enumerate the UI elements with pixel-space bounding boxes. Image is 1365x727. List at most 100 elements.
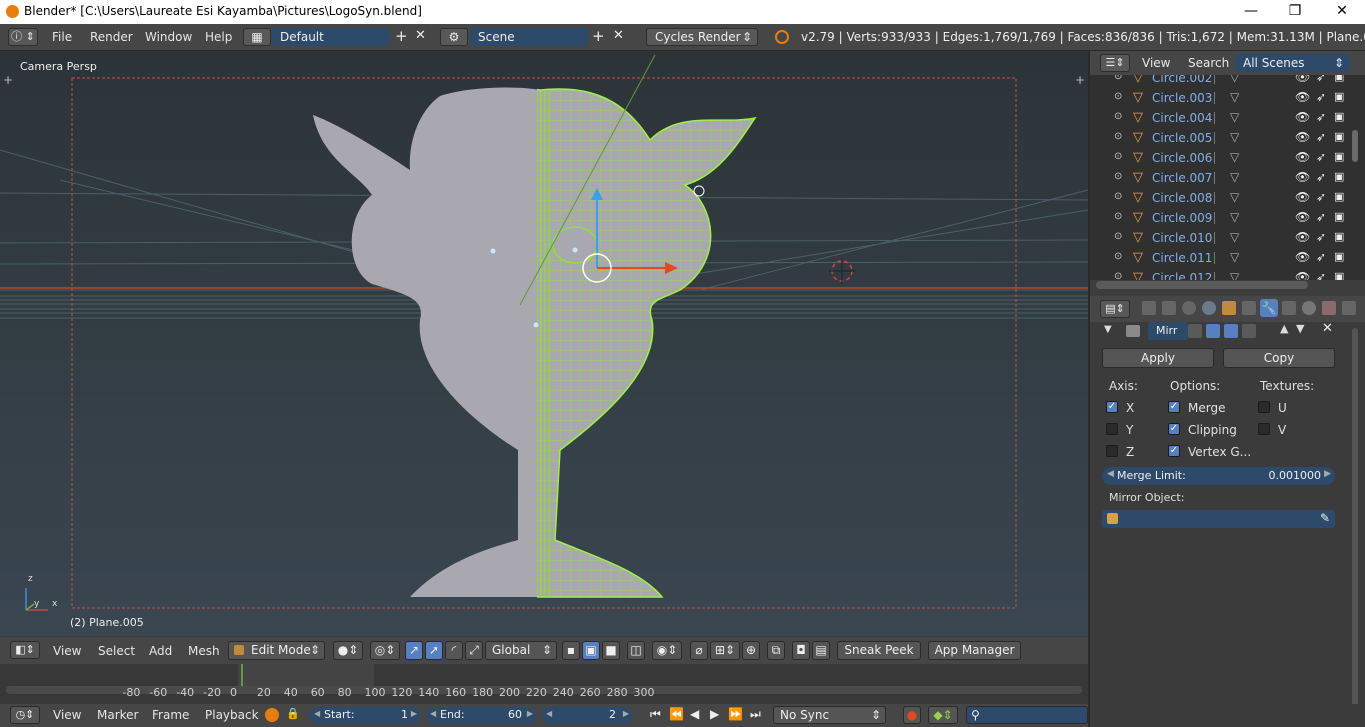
view3d-menu-select[interactable]: Select bbox=[98, 644, 135, 658]
delete-scene-button[interactable]: ✕ bbox=[613, 29, 627, 43]
tab-scene-icon[interactable] bbox=[1182, 301, 1196, 315]
record-keyframes-icon[interactable]: ● bbox=[903, 706, 921, 724]
merge-limit-field[interactable]: ◀ Merge Limit: 0.001000 ▶ bbox=[1102, 467, 1335, 485]
timeline-menu-frame[interactable]: Frame bbox=[152, 708, 189, 722]
renderable-camera-icon[interactable]: ▣ bbox=[1334, 130, 1344, 143]
outliner-editor-icon[interactable]: ☰⇕ bbox=[1100, 54, 1130, 72]
screen-layout-field[interactable]: Default bbox=[272, 28, 390, 46]
renderable-camera-icon[interactable]: ▣ bbox=[1334, 250, 1344, 263]
timeline-menu-playback[interactable]: Playback bbox=[205, 708, 259, 722]
keyframe-tool-icon[interactable]: ⚲ bbox=[966, 706, 1088, 724]
texture-v-checkbox[interactable] bbox=[1258, 423, 1270, 435]
outliner-item[interactable]: ⊙ ▽ Circle.007 ▽ 👁 ➶ ▣ bbox=[1090, 168, 1352, 188]
shading-select[interactable]: ●⇕ bbox=[333, 641, 363, 660]
jump-to-start-icon[interactable]: ⏮ bbox=[650, 707, 661, 722]
snap-toggle-icon[interactable]: ⌀ bbox=[690, 641, 708, 660]
outliner-list[interactable]: ⊙ ▽ Circle.002 ▽ 👁 ➶ ▣ ⊙ ▽ Circle.003 ▽ 👁 ➶ ▣ ⊙ ▽ Circle… bbox=[1090, 75, 1365, 280]
outliner-item[interactable]: ⊙ ▽ Circle.006 ▽ 👁 ➶ ▣ bbox=[1090, 148, 1352, 168]
add-scene-button[interactable]: + bbox=[592, 29, 606, 44]
region-toggle-plus-left[interactable]: + bbox=[3, 73, 13, 87]
3d-viewport[interactable]: Camera Persp (2) Plane.005 z y x + + bbox=[0, 51, 1088, 636]
expand-node-icon[interactable]: ⊙ bbox=[1114, 91, 1122, 102]
jump-keyframe-back-icon[interactable]: ⏪ bbox=[669, 707, 684, 721]
scene-layer-icon[interactable]: ⧉ bbox=[767, 641, 785, 660]
end-frame-field[interactable]: ◀ End: 60 ▶ bbox=[426, 707, 536, 724]
move-up-icon[interactable]: ▲ bbox=[1280, 322, 1288, 335]
selectable-arrow-icon[interactable]: ➶ bbox=[1316, 130, 1326, 144]
tab-material-icon[interactable] bbox=[1302, 301, 1316, 315]
tab-render-icon[interactable] bbox=[1142, 301, 1156, 315]
maximize-button[interactable]: ❐ bbox=[1272, 0, 1318, 24]
renderable-camera-icon[interactable]: ▣ bbox=[1334, 75, 1344, 83]
region-toggle-plus-right[interactable]: + bbox=[1075, 73, 1085, 87]
outliner-item[interactable]: ⊙ ▽ Circle.010 ▽ 👁 ➶ ▣ bbox=[1090, 228, 1352, 248]
opengl-render-icon[interactable]: ◘ bbox=[792, 641, 810, 660]
merge-checkbox[interactable]: ✓ bbox=[1168, 401, 1180, 413]
visibility-eye-icon[interactable]: 👁 bbox=[1295, 270, 1310, 280]
tab-world-icon[interactable] bbox=[1202, 301, 1216, 315]
add-layout-button[interactable]: + bbox=[395, 29, 409, 44]
selectable-arrow-icon[interactable]: ➶ bbox=[1316, 250, 1326, 264]
scene-icon[interactable]: ⚙ bbox=[440, 28, 468, 46]
timeline-menu-view[interactable]: View bbox=[53, 708, 81, 722]
outliner-item[interactable]: ⊙ ▽ Circle.005 ▽ 👁 ➶ ▣ bbox=[1090, 128, 1352, 148]
renderable-camera-icon[interactable]: ▣ bbox=[1334, 270, 1344, 280]
outliner-item[interactable]: ⊙ ▽ Circle.008 ▽ 👁 ➶ ▣ bbox=[1090, 188, 1352, 208]
app-manager-button[interactable]: App Manager bbox=[928, 641, 1021, 660]
renderable-camera-icon[interactable]: ▣ bbox=[1334, 90, 1344, 103]
expand-node-icon[interactable]: ⊙ bbox=[1114, 171, 1122, 182]
visibility-eye-icon[interactable]: 👁 bbox=[1295, 110, 1310, 124]
close-window-button[interactable]: ✕ bbox=[1319, 0, 1365, 24]
renderable-camera-icon[interactable]: ▣ bbox=[1334, 170, 1344, 183]
tab-layers-icon[interactable] bbox=[1162, 301, 1176, 315]
selectable-arrow-icon[interactable]: ➶ bbox=[1316, 270, 1326, 280]
outliner-item[interactable]: ⊙ ▽ Circle.012 ▽ 👁 ➶ ▣ bbox=[1090, 268, 1352, 280]
mirror-object-field[interactable]: ✎ bbox=[1102, 510, 1335, 528]
copy-button[interactable]: Copy bbox=[1223, 348, 1335, 368]
outliner-item[interactable]: ⊙ ▽ Circle.004 ▽ 👁 ➶ ▣ bbox=[1090, 108, 1352, 128]
screen-layout-icon[interactable]: ▦ bbox=[243, 28, 271, 46]
visibility-eye-icon[interactable]: 👁 bbox=[1295, 210, 1310, 224]
outliner-menu-view[interactable]: View bbox=[1142, 56, 1170, 70]
current-frame-field[interactable]: ◀ 2 ▶ bbox=[542, 707, 632, 724]
clipping-checkbox[interactable]: ✓ bbox=[1168, 423, 1180, 435]
timeline-editor-icon[interactable]: ◷⇕ bbox=[10, 706, 40, 724]
editmode-toggle-icon[interactable] bbox=[1224, 324, 1238, 338]
manipulator-scale-icon[interactable]: ⤢ bbox=[465, 641, 483, 660]
expand-node-icon[interactable]: ⊙ bbox=[1114, 111, 1122, 122]
visibility-eye-icon[interactable]: 👁 bbox=[1295, 90, 1310, 104]
selectable-arrow-icon[interactable]: ➶ bbox=[1316, 210, 1326, 224]
expand-node-icon[interactable]: ⊙ bbox=[1114, 211, 1122, 222]
move-down-icon[interactable]: ▼ bbox=[1296, 322, 1304, 335]
renderable-camera-icon[interactable]: ▣ bbox=[1334, 110, 1344, 123]
minimize-button[interactable]: — bbox=[1228, 0, 1274, 24]
apply-button[interactable]: Apply bbox=[1102, 348, 1214, 368]
visibility-eye-icon[interactable]: 👁 bbox=[1295, 190, 1310, 204]
renderable-camera-icon[interactable]: ▣ bbox=[1334, 230, 1344, 243]
jump-keyframe-forward-icon[interactable]: ⏩ bbox=[728, 707, 743, 721]
view3d-menu-add[interactable]: Add bbox=[149, 644, 172, 658]
view3d-menu-view[interactable]: View bbox=[53, 644, 81, 658]
renderable-camera-icon[interactable]: ▣ bbox=[1334, 150, 1344, 163]
snap-target-icon[interactable]: ⊕ bbox=[742, 641, 760, 660]
selectable-arrow-icon[interactable]: ➶ bbox=[1316, 110, 1326, 124]
manipulator-move-icon[interactable]: ➚ bbox=[425, 641, 443, 660]
snap-element-select[interactable]: ⊞⇕ bbox=[710, 641, 740, 660]
outliner-scrollbar[interactable] bbox=[1352, 130, 1358, 162]
expand-node-icon[interactable]: ⊙ bbox=[1114, 151, 1122, 162]
axis-z-checkbox[interactable] bbox=[1106, 445, 1118, 457]
expand-node-icon[interactable]: ⊙ bbox=[1114, 251, 1122, 262]
keying-set-select[interactable]: ◆⇕ bbox=[928, 706, 958, 724]
axis-y-checkbox[interactable] bbox=[1106, 423, 1118, 435]
visibility-eye-icon[interactable]: 👁 bbox=[1295, 130, 1310, 144]
opengl-anim-icon[interactable]: ▤ bbox=[812, 641, 830, 660]
visibility-eye-icon[interactable]: 👁 bbox=[1295, 75, 1310, 84]
renderable-camera-icon[interactable]: ▣ bbox=[1334, 190, 1344, 203]
tab-particles-icon[interactable] bbox=[1342, 301, 1356, 315]
manipulator-rotate-icon[interactable]: ◜ bbox=[445, 641, 463, 660]
eyedropper-icon[interactable]: ✎ bbox=[1320, 511, 1330, 525]
axis-x-checkbox[interactable]: ✓ bbox=[1106, 401, 1118, 413]
visibility-eye-icon[interactable]: 👁 bbox=[1295, 250, 1310, 264]
mode-select[interactable]: Edit Mode ⇕ bbox=[228, 641, 325, 660]
selectable-arrow-icon[interactable]: ➶ bbox=[1316, 90, 1326, 104]
